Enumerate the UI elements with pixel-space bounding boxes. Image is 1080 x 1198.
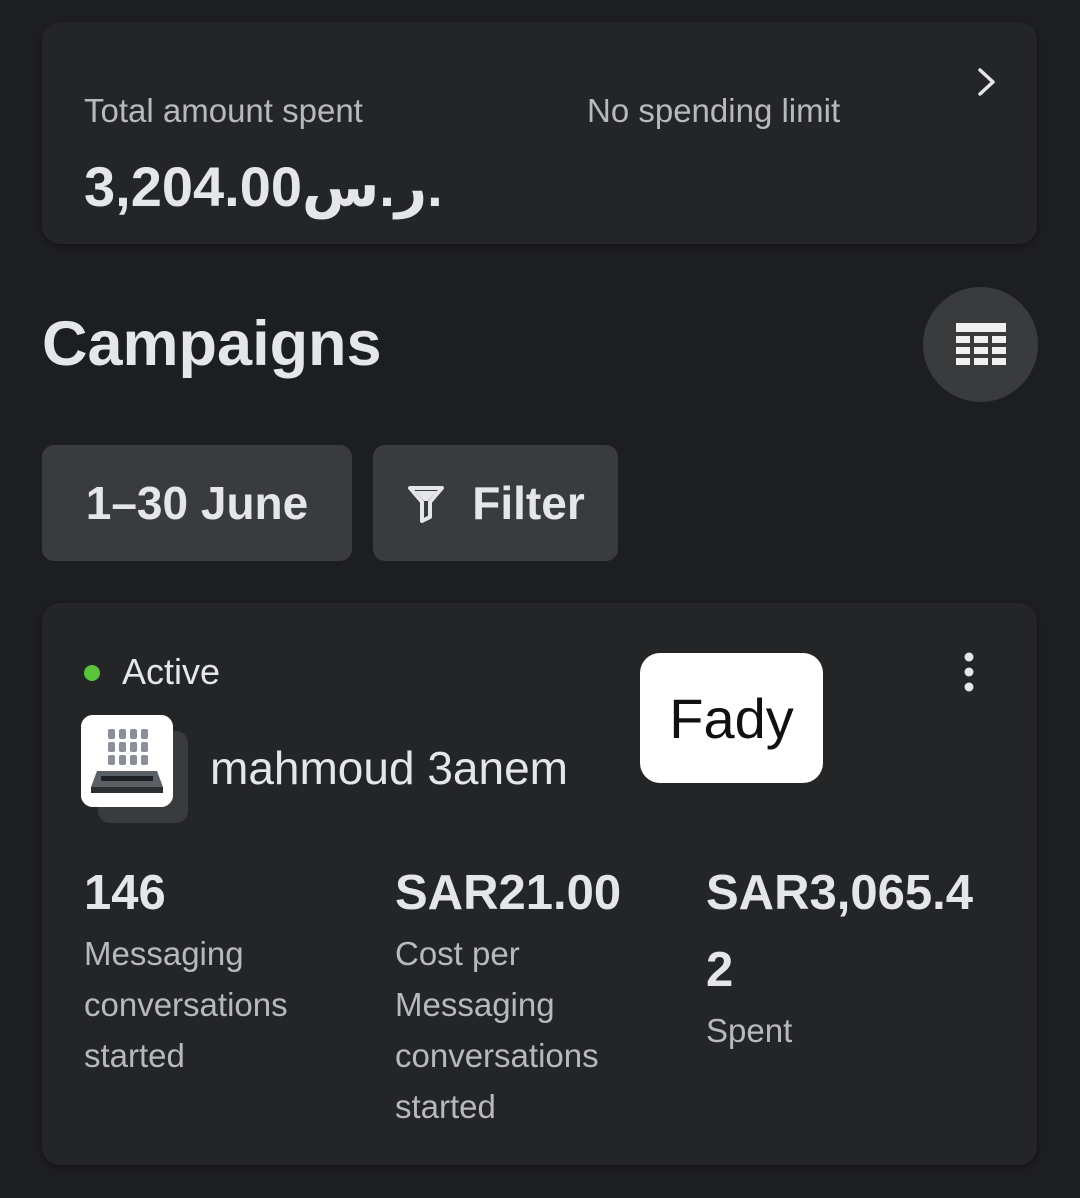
metric-value: 146 bbox=[84, 866, 166, 920]
metric-label: Cost per Messaging conversations started bbox=[395, 935, 599, 1125]
metric-label: Spent bbox=[706, 1012, 793, 1049]
metric-spent: SAR3,065.42 Spent bbox=[706, 855, 992, 1056]
metric-results: 146 Messaging conversations started bbox=[84, 855, 374, 1081]
filter-label: Filter bbox=[472, 477, 585, 529]
metric-cost-per-result: SAR21.00 Cost per Messaging conversation… bbox=[395, 855, 685, 1132]
date-range-chip[interactable]: 1–30 June bbox=[42, 445, 352, 561]
spend-summary-card[interactable]: Total amount spent 3,204.00ر.س. No spend… bbox=[42, 22, 1037, 244]
table-icon bbox=[955, 322, 1006, 365]
campaign-card[interactable]: Active mahmoud 3anem Fady 146 Messaging … bbox=[42, 603, 1037, 1165]
campaign-name[interactable]: mahmoud 3anem bbox=[210, 741, 568, 795]
date-range-label: 1–30 June bbox=[85, 477, 309, 529]
metric-value: SAR21.00 bbox=[395, 866, 622, 920]
overlay-name-badge: Fady bbox=[640, 653, 823, 783]
table-view-button[interactable] bbox=[923, 287, 1038, 402]
metric-value: SAR3,065.42 bbox=[706, 866, 973, 997]
status-dot bbox=[84, 665, 100, 681]
campaign-status: Active bbox=[122, 651, 221, 692]
campaigns-title: Campaigns bbox=[42, 309, 382, 379]
overlay-name-text: Fady bbox=[669, 686, 794, 750]
filter-icon bbox=[408, 486, 445, 523]
campaign-thumbnail bbox=[81, 715, 173, 807]
metric-label: Messaging conversations started bbox=[84, 935, 288, 1074]
spending-limit-label: No spending limit bbox=[587, 92, 841, 129]
total-spent-value: 3,204.00ر.س. bbox=[84, 155, 443, 218]
chevron-right-icon[interactable] bbox=[967, 62, 1007, 102]
more-vertical-icon[interactable] bbox=[954, 651, 984, 693]
filter-button[interactable]: Filter bbox=[373, 445, 618, 561]
total-spent-label: Total amount spent bbox=[84, 92, 363, 129]
